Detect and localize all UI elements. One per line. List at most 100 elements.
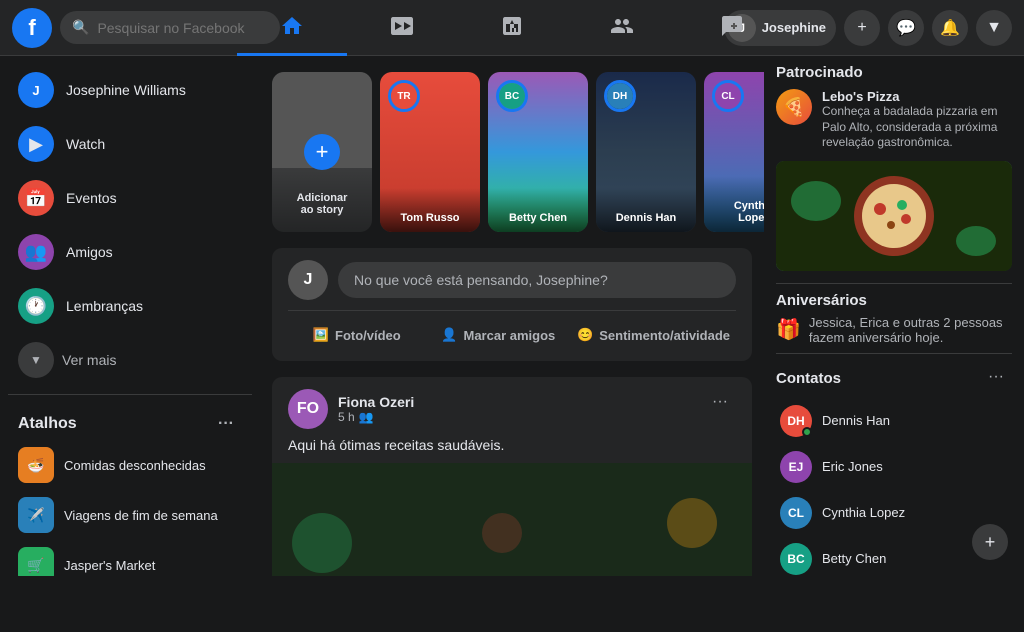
sponsored-desc: Conheça a badalada pizzaria em Palo Alto… [822,104,1012,151]
shortcut-jasper-label: Jasper's Market [64,558,155,573]
contact-avatar-dennishan: DH [780,405,812,437]
notifications-button[interactable]: 🔔 [932,10,968,46]
shortcuts-section-title: Atalhos ··· [8,403,252,441]
stories-row: + Adicionarao story TR Tom Russo BC Bett… [272,72,752,232]
nav-marketplace-button[interactable] [457,0,567,56]
post-header: FO Fiona Ozeri 5 h 👥 ··· [272,377,752,437]
contacts-more-button[interactable]: ··· [980,364,1012,390]
friends-icon: 👥 [18,234,54,270]
shortcut-comidas-icon: 🍜 [18,447,54,483]
birthday-icon: 🎁 [776,317,801,342]
nav-groups-button[interactable] [567,0,677,56]
contact-name-ericjones: Eric Jones [822,459,883,474]
menu-chevron-button[interactable]: ▼ [976,10,1012,46]
post-card: FO Fiona Ozeri 5 h 👥 ··· Aqui há ótimas … [272,377,752,576]
search-icon: 🔍 [72,19,89,36]
shortcut-jasper-icon: 🛒 [18,547,54,576]
shortcut-viagens-label: Viagens de fim de semana [64,508,218,523]
sidebar-see-more-button[interactable]: ▼ Ver mais [8,334,252,386]
contact-name-cynthialopez: Cynthia Lopez [822,505,905,520]
add-story-btn[interactable]: + [304,134,340,170]
contact-avatar-bettychen: BC [780,543,812,575]
profile-avatar: J [18,72,54,108]
post-text: Aqui há ótimas receitas saudáveis. [272,437,752,463]
story-card-tomrusso[interactable]: TR Tom Russo [380,72,480,232]
nav-video-button[interactable] [347,0,457,56]
story-avatar-dennishan: DH [604,80,636,112]
sidebar-divider [8,394,252,395]
story-avatar-cynthialopez: CL [712,80,744,112]
sidebar-item-watch[interactable]: ▶ Watch [8,118,252,170]
see-more-label: Ver mais [62,352,116,368]
photo-video-button[interactable]: 🖼️ Foto/vídeo [288,321,426,349]
watch-icon: ▶ [18,126,54,162]
sidebar-divider-1 [776,283,1012,284]
memories-icon: 🕐 [18,288,54,324]
birthdays-title: Aniversários [776,292,1012,309]
sidebar-memories-label: Lembranças [66,298,143,314]
story-label-bettychen: Betty Chen [488,188,588,232]
see-more-icon: ▼ [18,342,54,378]
sponsored-item[interactable]: 🍕 Lebo's Pizza Conheça a badalada pizzar… [776,89,1012,151]
nav-gaming-button[interactable] [677,0,787,56]
add-story-label: Adicionarao story [297,192,348,216]
sponsored-name: Lebo's Pizza [822,89,1012,104]
shortcut-item-jasper[interactable]: 🛒 Jasper's Market [8,541,252,576]
sidebar-item-events[interactable]: 📅 Eventos [8,172,252,224]
sidebar-events-label: Eventos [66,190,117,206]
story-card-cynthialopez[interactable]: CL CynthiaLopez [704,72,764,232]
sidebar-profile-label: Josephine Williams [66,82,186,98]
messenger-button[interactable]: 💬 [888,10,924,46]
contact-name-dennishan: Dennis Han [822,413,890,428]
tag-friends-button[interactable]: 👤 Marcar amigos [430,321,568,349]
sidebar-item-profile[interactable]: J Josephine Williams [8,64,252,116]
story-label-tomrusso: Tom Russo [380,188,480,232]
page-layout: J Josephine Williams ▶ Watch 📅 Eventos 👥… [0,56,1024,576]
sponsored-image [776,161,1012,271]
post-author-avatar: FO [288,389,328,429]
feeling-activity-button[interactable]: 😊 Sentimento/atividade [571,321,736,349]
top-navigation: f 🔍 J Josephine + 💬 � [0,0,1024,56]
sponsored-brand-icon: 🍕 [776,89,812,125]
photo-video-label: Foto/vídeo [335,328,401,343]
compose-input[interactable]: No que você está pensando, Josephine? [338,262,736,298]
post-privacy-icon: 👥 [359,410,374,424]
compose-top: J No que você está pensando, Josephine? [288,260,736,300]
add-story-card[interactable]: + Adicionarao story [272,72,372,232]
sidebar-item-memories[interactable]: 🕐 Lembranças [8,280,252,332]
post-meta: 5 h 👥 [338,410,414,424]
post-options-button[interactable]: ··· [704,389,736,415]
sidebar-divider-2 [776,353,1012,354]
post-author-info: FO Fiona Ozeri 5 h 👥 [288,389,414,429]
add-button[interactable]: + [844,10,880,46]
contact-item-ericjones[interactable]: EJ Eric Jones [776,445,1012,489]
add-contact-float-button[interactable]: + [972,524,1008,560]
right-sidebar: Patrocinado 🍕 Lebo's Pizza Conheça a bad… [764,56,1024,576]
nav-home-button[interactable] [237,0,347,56]
contact-name-bettychen: Betty Chen [822,551,886,566]
shortcut-item-viagens[interactable]: ✈️ Viagens de fim de semana [8,491,252,539]
sidebar-item-friends[interactable]: 👥 Amigos [8,226,252,278]
shortcut-viagens-icon: ✈️ [18,497,54,533]
shortcut-comidas-label: Comidas desconhecidas [64,458,206,473]
sponsored-text-block: Lebo's Pizza Conheça a badalada pizzaria… [822,89,1012,151]
main-feed: + Adicionarao story TR Tom Russo BC Bett… [260,56,764,576]
sidebar-friends-label: Amigos [66,244,113,260]
story-label-dennishan: Dennis Han [596,188,696,232]
contact-item-dennishan[interactable]: DH Dennis Han [776,399,1012,443]
story-card-bettychen[interactable]: BC Betty Chen [488,72,588,232]
contact-avatar-ericjones: EJ [780,451,812,483]
tag-friends-icon: 👤 [441,327,457,343]
story-card-dennishan[interactable]: DH Dennis Han [596,72,696,232]
birthday-text: Jessica, Erica e outras 2 pessoas fazem … [809,315,1012,345]
post-author-details: Fiona Ozeri 5 h 👥 [338,394,414,424]
tag-friends-label: Marcar amigos [464,328,556,343]
events-icon: 📅 [18,180,54,216]
birthday-item: 🎁 Jessica, Erica e outras 2 pessoas faze… [776,315,1012,345]
nav-center [237,0,787,56]
facebook-logo[interactable]: f [12,8,52,48]
shortcuts-more-button[interactable]: ··· [210,411,242,437]
post-author-name: Fiona Ozeri [338,394,414,410]
sidebar-watch-label: Watch [66,136,105,152]
shortcut-item-comidas[interactable]: 🍜 Comidas desconhecidas [8,441,252,489]
